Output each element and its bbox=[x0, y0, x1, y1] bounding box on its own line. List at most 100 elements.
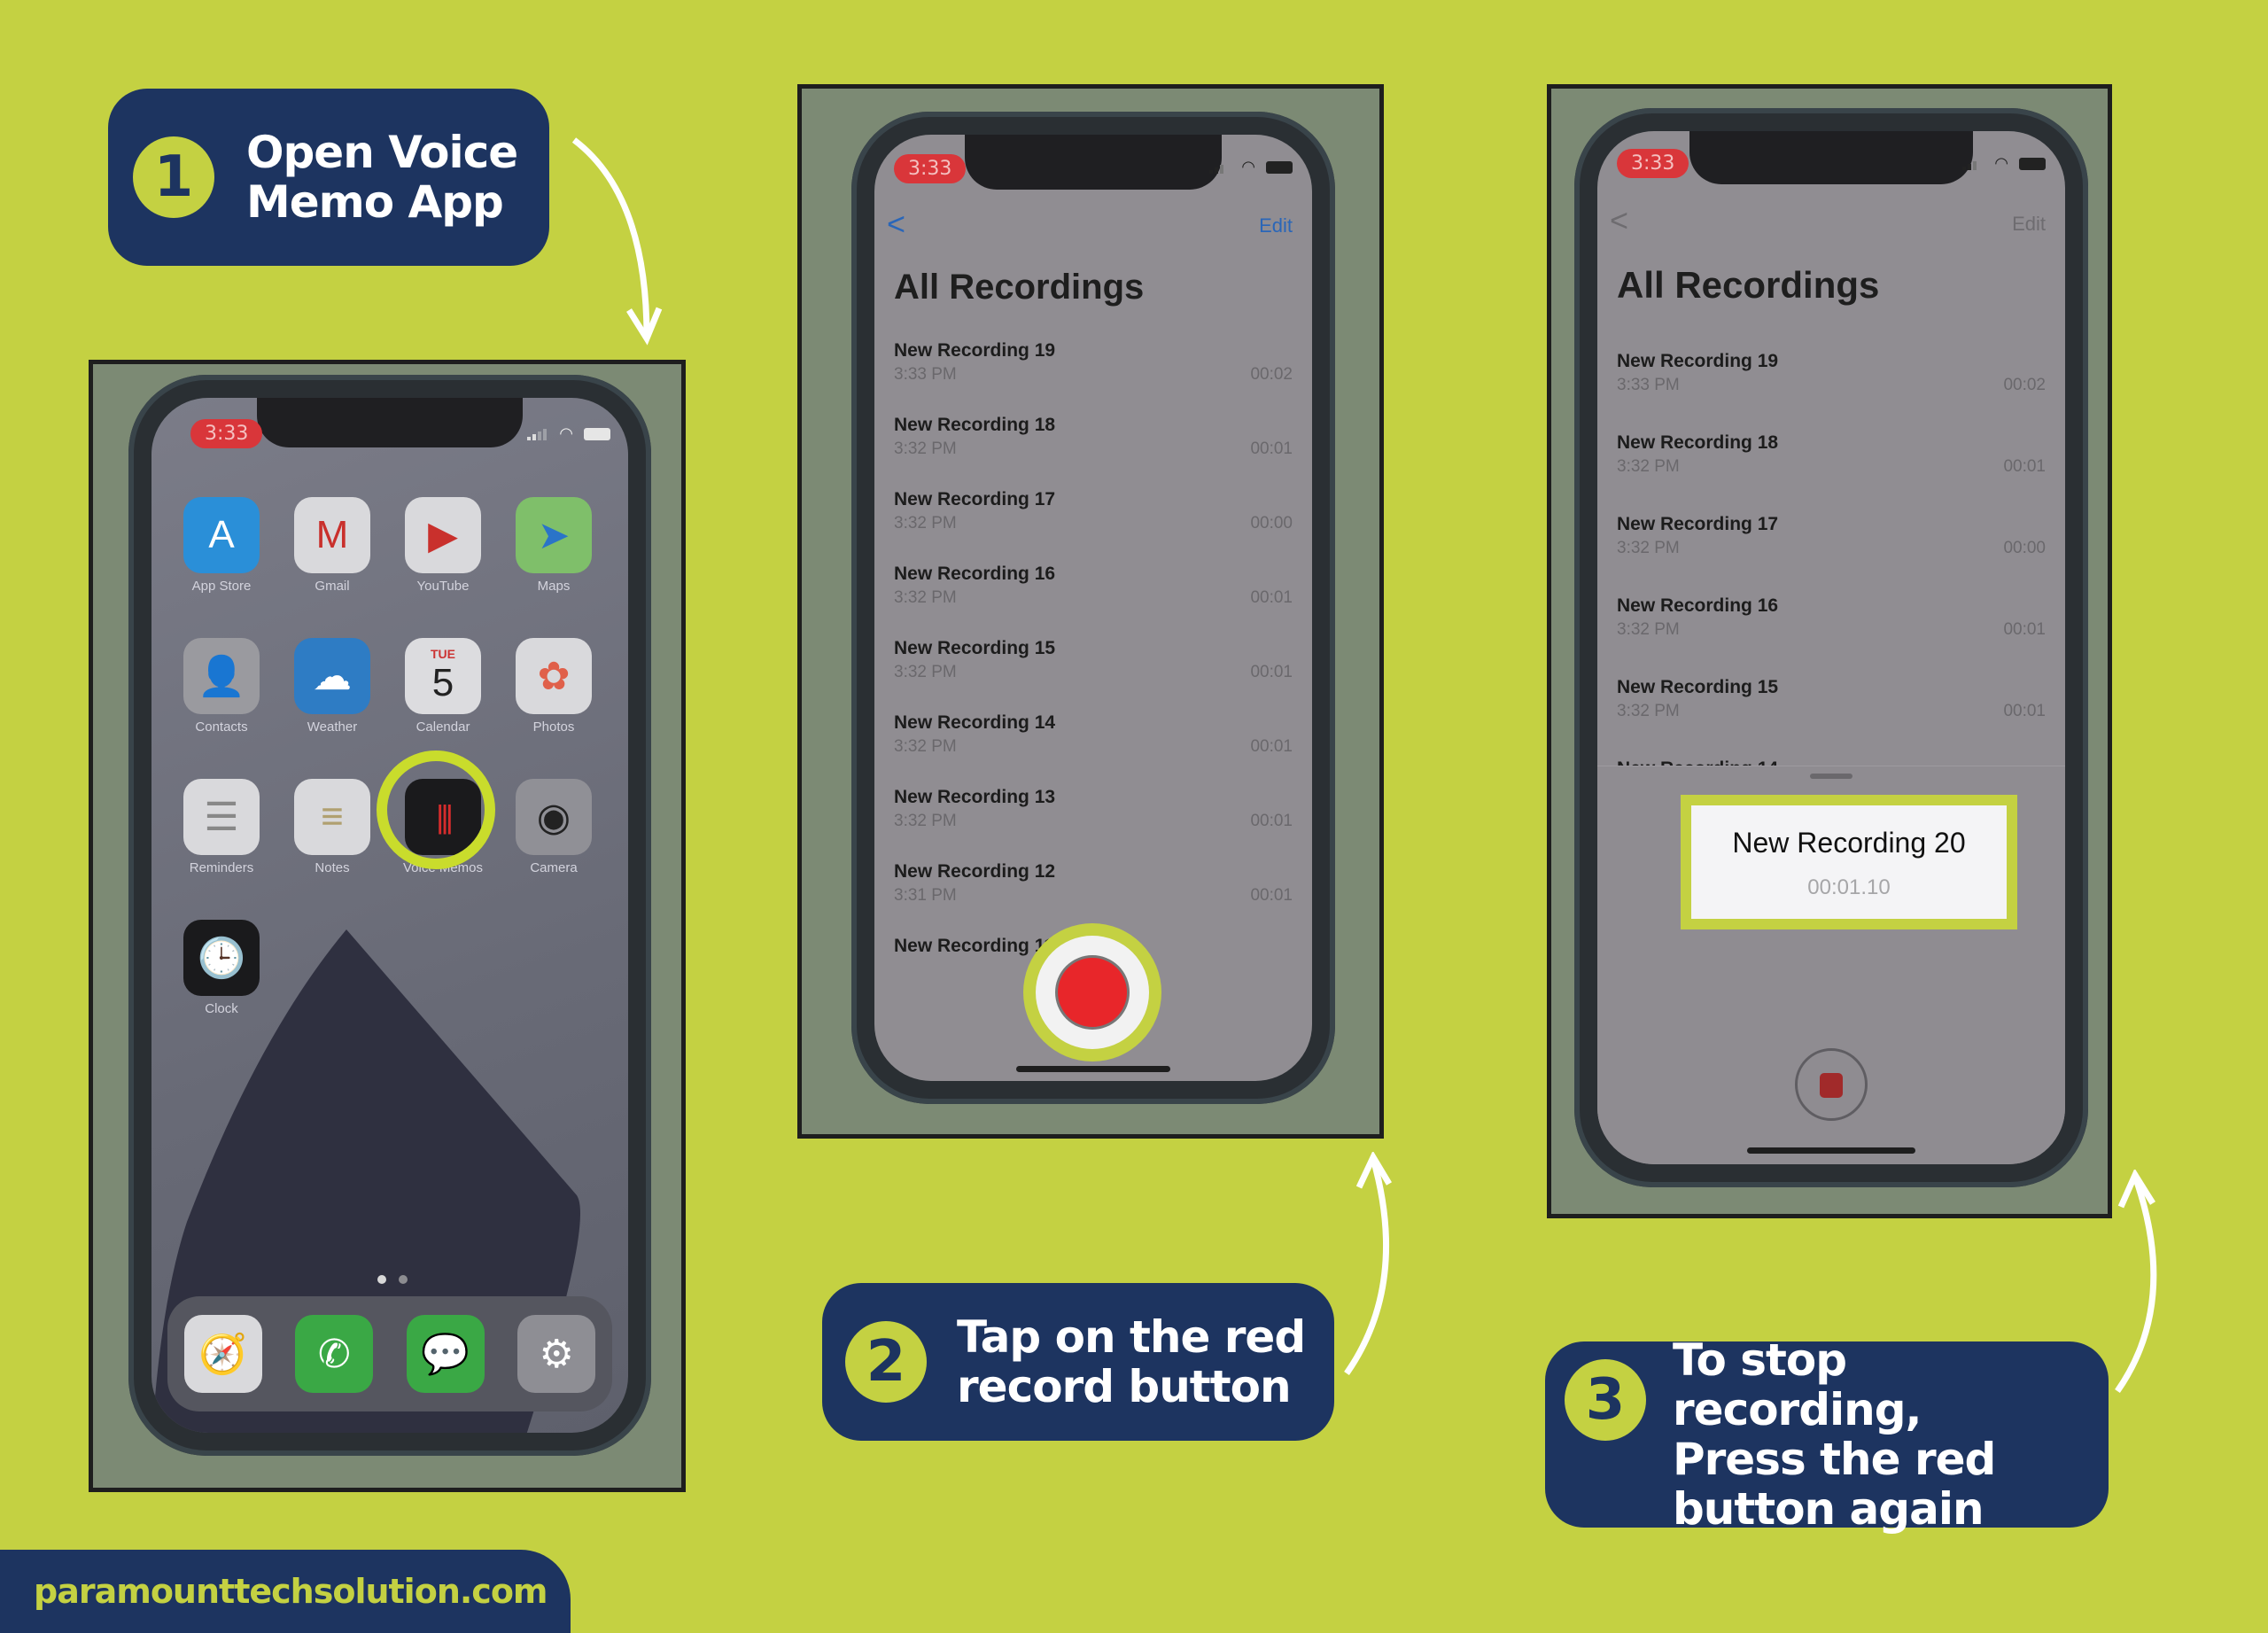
calendar-icon: TUE 5 bbox=[405, 638, 481, 714]
settings-icon[interactable]: ⚙ bbox=[517, 1315, 596, 1393]
recording-duration: 00:00 bbox=[2003, 539, 2046, 557]
app-label: Camera bbox=[530, 860, 578, 875]
messages-icon[interactable]: 💬 bbox=[406, 1315, 485, 1393]
recording-list-item[interactable]: New Recording 18 3:32 PM 00:01 bbox=[894, 415, 1293, 489]
app-reminders[interactable]: ☰ Reminders bbox=[183, 779, 260, 875]
highlight-ring bbox=[377, 750, 495, 869]
app-photos[interactable]: ✿ Photos bbox=[516, 638, 592, 735]
recording-time: 3:32 PM bbox=[1617, 539, 1680, 557]
app-label: Clock bbox=[205, 1001, 238, 1016]
icon-glyph: 5 bbox=[431, 661, 454, 704]
back-button[interactable]: < bbox=[887, 206, 905, 243]
recording-list-item[interactable]: New Recording 13 3:32 PM 00:01 bbox=[894, 787, 1293, 861]
recording-name: New Recording 16 bbox=[1617, 595, 1779, 616]
app-label: Notes bbox=[315, 860, 350, 875]
recording-time: 3:32 PM bbox=[894, 514, 957, 533]
recording-name: New Recording 12 bbox=[894, 861, 1056, 882]
app-label: App Store bbox=[191, 579, 252, 594]
app-label: Contacts bbox=[195, 719, 248, 735]
page-dots bbox=[377, 1275, 408, 1284]
record-button[interactable] bbox=[1036, 936, 1149, 1049]
app-notes[interactable]: ≡ Notes bbox=[294, 779, 370, 875]
app-gmail[interactable]: M Gmail bbox=[294, 497, 370, 594]
app-voice-memos[interactable]: ||| Voice Memos bbox=[377, 750, 495, 875]
website-link[interactable]: paramounttechsolution.com bbox=[34, 1572, 548, 1611]
recording-duration: 00:01 bbox=[1250, 812, 1293, 830]
status-icons: ◠ bbox=[1962, 154, 2046, 173]
record-button-highlight bbox=[1023, 923, 1161, 1061]
recording-name: New Recording 18 bbox=[1617, 432, 1779, 453]
sheet-grabber[interactable] bbox=[1810, 774, 1852, 779]
safari-icon[interactable]: 🧭 bbox=[183, 1315, 262, 1393]
recording-duration: 00:01 bbox=[2003, 702, 2046, 720]
status-time: 3:33 bbox=[1617, 149, 1689, 178]
recording-list-item[interactable]: New Recording 16 3:32 PM 00:01 bbox=[1617, 595, 2046, 677]
step-number-badge: 3 bbox=[1565, 1359, 1646, 1441]
clock-icon: 🕒 bbox=[183, 920, 260, 996]
page-dot bbox=[399, 1275, 408, 1284]
signal-icon bbox=[527, 428, 548, 440]
app-youtube[interactable]: ▶ YouTube bbox=[405, 497, 481, 594]
gmail-icon: M bbox=[294, 497, 370, 573]
phone-icon[interactable]: ✆ bbox=[295, 1315, 374, 1393]
phone-1: 3:33 ◠ A App Store M Gmail ▶ YouTube ➤ Maps 👤 Con… bbox=[128, 375, 651, 1456]
home-indicator bbox=[1016, 1066, 1170, 1072]
app-weather[interactable]: ☁ Weather bbox=[294, 638, 370, 735]
step-number-badge: 1 bbox=[133, 136, 214, 218]
recording-list-item[interactable]: New Recording 18 3:32 PM 00:01 bbox=[1617, 432, 2046, 514]
recording-list-item[interactable]: New Recording 17 3:32 PM 00:00 bbox=[894, 489, 1293, 564]
recordings-screen: 3:33 ◠ < Edit All Recordings New Recordi… bbox=[874, 135, 1312, 1081]
youtube-icon: ▶ bbox=[405, 497, 481, 573]
recording-name: New Recording 14 bbox=[894, 712, 1056, 733]
recording-name: New Recording 15 bbox=[1617, 677, 1779, 697]
app-label: YouTube bbox=[416, 579, 470, 594]
recording-list-item[interactable]: New Recording 15 3:32 PM 00:01 bbox=[894, 638, 1293, 712]
app-label: Weather bbox=[307, 719, 358, 735]
edit-button[interactable]: Edit bbox=[1259, 214, 1293, 237]
app-calendar[interactable]: TUE 5 Calendar bbox=[405, 638, 481, 735]
page-title: All Recordings bbox=[894, 268, 1145, 307]
app-maps[interactable]: ➤ Maps bbox=[516, 497, 592, 594]
app-contacts[interactable]: 👤 Contacts bbox=[183, 638, 260, 735]
photos-icon: ✿ bbox=[516, 638, 592, 714]
status-time: 3:33 bbox=[190, 419, 263, 448]
battery-icon bbox=[584, 427, 610, 440]
battery-icon bbox=[2019, 157, 2046, 170]
back-button[interactable]: < bbox=[1610, 202, 1628, 239]
recording-list-item[interactable]: New Recording 17 3:32 PM 00:00 bbox=[1617, 514, 2046, 595]
recording-duration: 00:01 bbox=[1250, 439, 1293, 458]
calendar-day: TUE bbox=[431, 647, 455, 661]
signal-icon bbox=[1962, 158, 1984, 170]
dock: 🧭 ✆ 💬 ⚙ bbox=[167, 1296, 612, 1411]
recording-time: 3:32 PM bbox=[894, 439, 957, 458]
app-camera[interactable]: ◉ Camera bbox=[516, 779, 592, 875]
app-label: Photos bbox=[532, 719, 575, 735]
icon-glyph: ⚙ bbox=[539, 1332, 574, 1376]
recording-list-item[interactable]: New Recording 19 3:33 PM 00:02 bbox=[1617, 351, 2046, 432]
app-app-store[interactable]: A App Store bbox=[183, 497, 260, 594]
app-clock[interactable]: 🕒 Clock bbox=[183, 920, 260, 1016]
home-indicator bbox=[1747, 1147, 1915, 1154]
page-dot-active bbox=[377, 1275, 386, 1284]
recording-list-item[interactable]: New Recording 15 3:32 PM 00:01 bbox=[1617, 677, 2046, 758]
reminders-icon: ☰ bbox=[183, 779, 260, 855]
recording-duration: 00:02 bbox=[1250, 365, 1293, 384]
wifi-icon: ◠ bbox=[1241, 158, 1255, 175]
signal-icon bbox=[1209, 161, 1231, 174]
home-screen-frame: 3:33 ◠ A App Store M Gmail ▶ YouTube ➤ Maps 👤 Con… bbox=[89, 360, 686, 1492]
recording-list-item[interactable]: New Recording 19 3:33 PM 00:02 bbox=[894, 340, 1293, 415]
recording-list-item[interactable]: New Recording 16 3:32 PM 00:01 bbox=[894, 564, 1293, 638]
edit-button[interactable]: Edit bbox=[2012, 213, 2046, 236]
icon-glyph: 🧭 bbox=[198, 1333, 248, 1376]
recording-list-item[interactable]: New Recording 14 3:32 PM 00:01 bbox=[894, 712, 1293, 787]
wifi-icon: ◠ bbox=[559, 424, 573, 442]
app-label: Maps bbox=[537, 579, 571, 594]
curved-arrow-icon bbox=[2115, 1170, 2157, 1394]
stop-button[interactable] bbox=[1795, 1048, 1868, 1121]
battery-icon bbox=[1266, 160, 1293, 174]
step-3-callout: 3 To stop recording, Press the red butto… bbox=[1545, 1335, 2109, 1534]
icon-glyph: ➤ bbox=[537, 513, 571, 557]
voice-memos-icon: ||| bbox=[377, 750, 495, 869]
recording-name: New Recording 15 bbox=[894, 638, 1056, 658]
recording-time: 3:31 PM bbox=[894, 886, 957, 905]
